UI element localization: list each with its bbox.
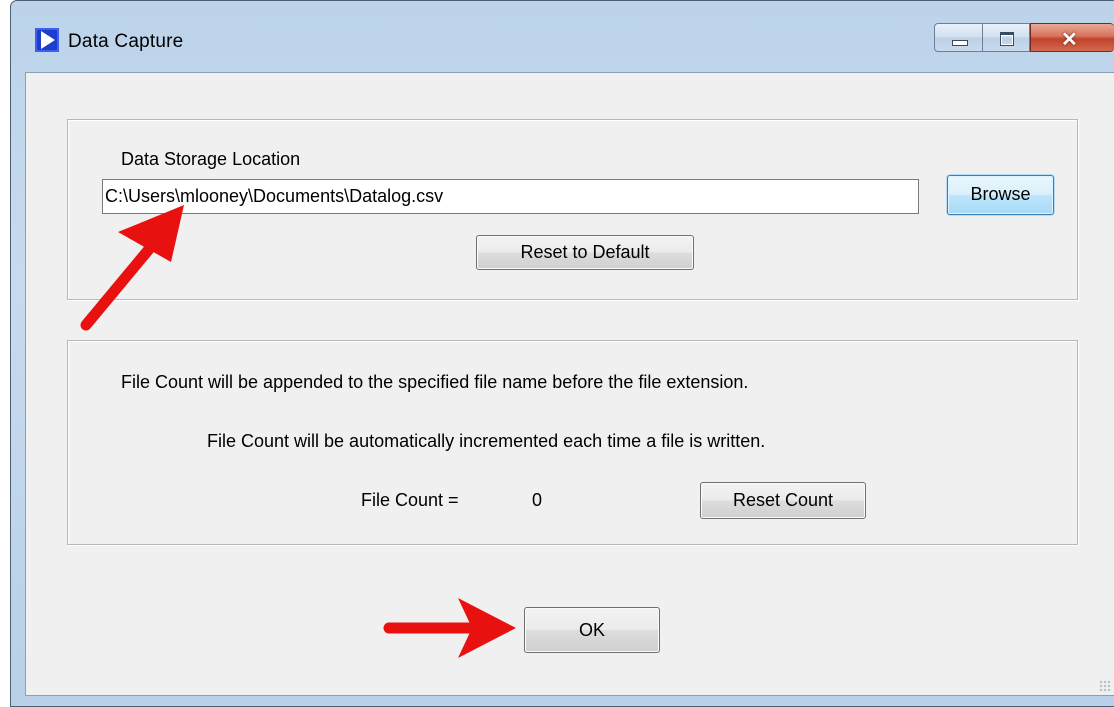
title-bar[interactable]: Data Capture ✕ bbox=[11, 1, 1114, 71]
file-count-label: File Count = bbox=[361, 490, 459, 510]
browse-button[interactable]: Browse bbox=[947, 175, 1054, 215]
close-button[interactable]: ✕ bbox=[1030, 23, 1114, 52]
minimize-icon bbox=[952, 40, 968, 46]
data-capture-window: Data Capture ✕ Data Storage Location C:\… bbox=[10, 0, 1114, 707]
file-count-value: 0 bbox=[532, 490, 543, 510]
reset-count-button[interactable]: Reset Count bbox=[700, 482, 866, 519]
file-count-append-note: File Count will be appended to the speci… bbox=[121, 372, 749, 392]
storage-path-field[interactable]: C:\Users\mlooney\Documents\Datalog.csv bbox=[102, 179, 919, 214]
dialog-client-area: Data Storage Location C:\Users\mlooney\D… bbox=[25, 72, 1114, 696]
file-count-increment-note: File Count will be automatically increme… bbox=[207, 431, 766, 451]
reset-to-default-button[interactable]: Reset to Default bbox=[476, 235, 694, 270]
storage-location-group: Data Storage Location C:\Users\mlooney\D… bbox=[67, 119, 1078, 300]
storage-location-label: Data Storage Location bbox=[121, 149, 301, 169]
close-icon: ✕ bbox=[1061, 29, 1078, 51]
maximize-icon bbox=[1000, 32, 1014, 46]
minimize-button[interactable] bbox=[934, 23, 983, 52]
window-title: Data Capture bbox=[68, 31, 184, 52]
file-count-group: File Count will be appended to the speci… bbox=[67, 340, 1078, 545]
maximize-button[interactable] bbox=[982, 23, 1030, 52]
ok-button[interactable]: OK bbox=[524, 607, 660, 653]
resize-grip[interactable] bbox=[1099, 680, 1111, 692]
play-triangle-icon bbox=[35, 28, 59, 52]
